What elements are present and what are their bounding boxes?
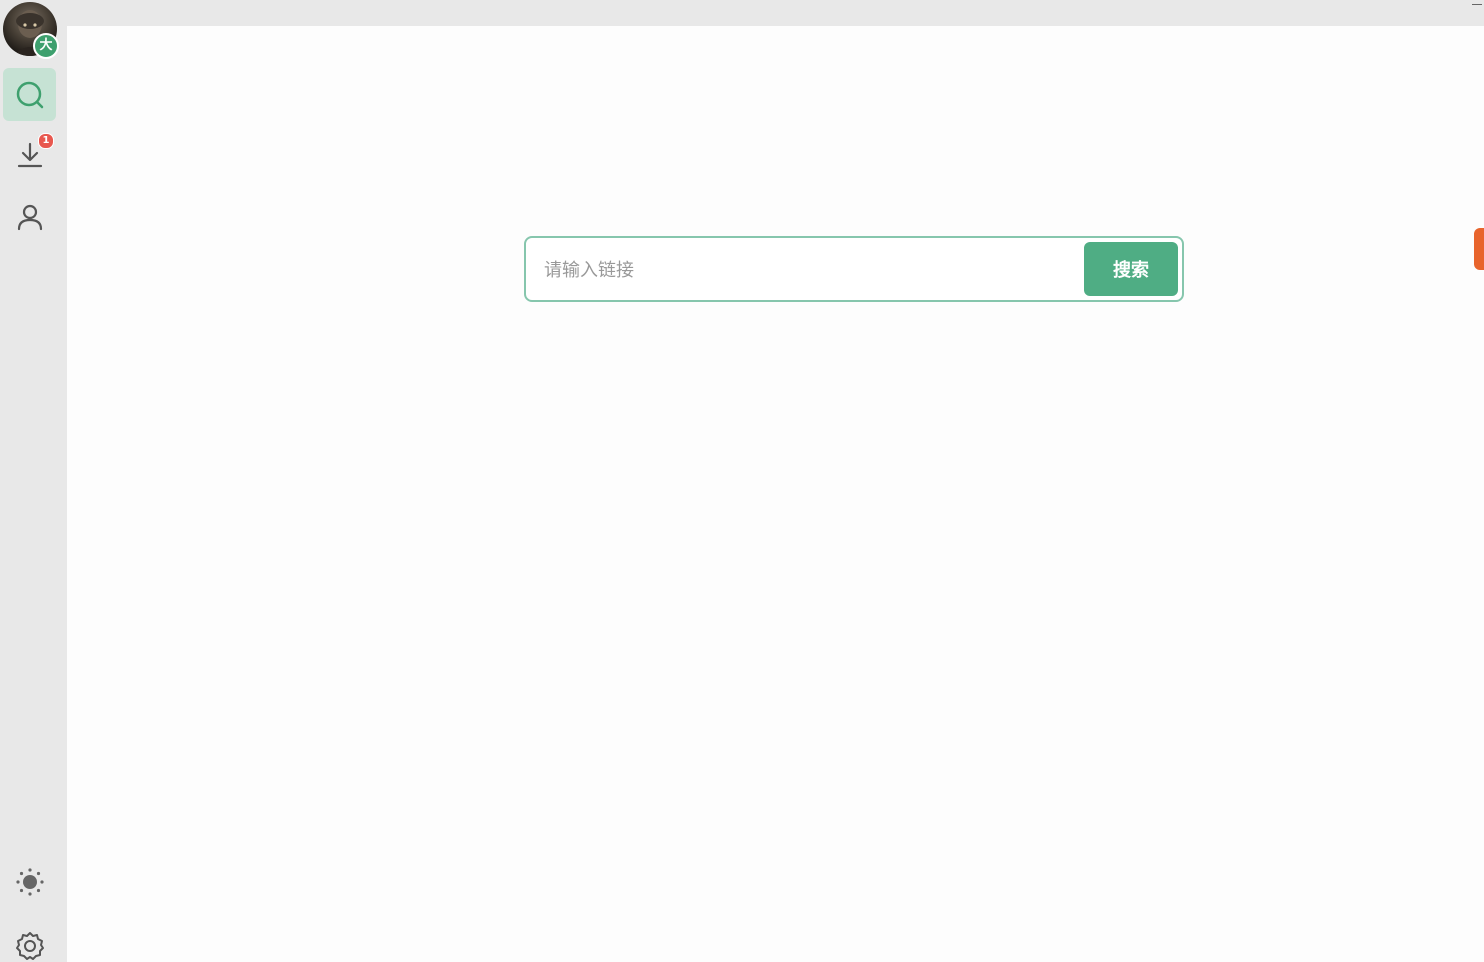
search-button[interactable]: 搜索 xyxy=(1084,242,1178,296)
theme-toggle-button[interactable] xyxy=(3,855,56,908)
sidebar-item-search[interactable] xyxy=(3,68,56,121)
minimize-button[interactable] xyxy=(1470,0,1484,8)
settings-button[interactable] xyxy=(3,919,56,962)
avatar-status-badge: 大 xyxy=(33,33,59,59)
link-input[interactable] xyxy=(534,242,1086,298)
search-icon xyxy=(15,80,45,110)
user-icon xyxy=(15,202,45,232)
sidebar-item-user[interactable] xyxy=(3,190,56,243)
search-bar: 搜索 xyxy=(524,236,1184,302)
sidebar-item-download[interactable]: 1 xyxy=(3,128,56,181)
sidebar: 大 1 xyxy=(0,0,67,962)
download-count-badge: 1 xyxy=(38,133,54,149)
floating-side-tab[interactable] xyxy=(1474,228,1484,270)
main-content: 搜索 xyxy=(67,26,1484,962)
app-window: 大 1 请输入链接 搜索 xyxy=(0,0,1484,962)
gear-icon xyxy=(15,931,45,961)
sun-icon xyxy=(15,867,45,897)
title-bar xyxy=(0,0,1484,26)
